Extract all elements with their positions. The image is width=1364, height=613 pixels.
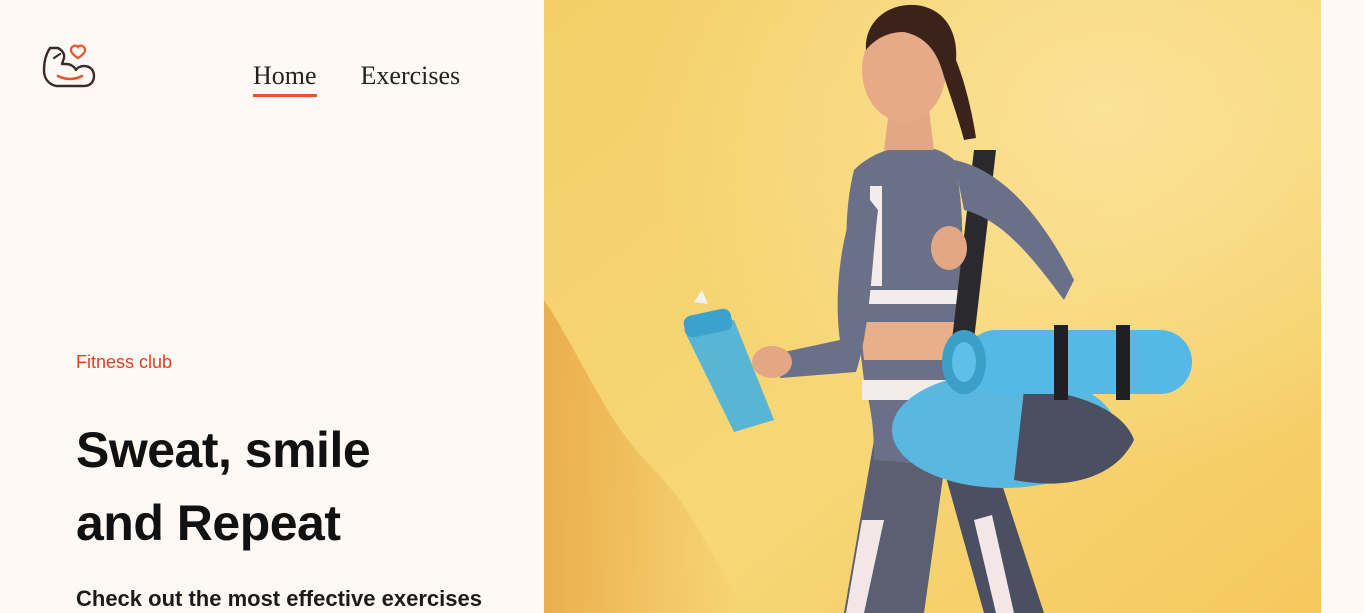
hero-eyebrow: Fitness club (76, 352, 173, 372)
logo[interactable] (40, 36, 98, 92)
main-nav: Home Exercises (253, 60, 460, 97)
flexed-arm-heart-icon (42, 44, 96, 88)
hero-title-line-2: and Repeat (76, 495, 341, 551)
hero-title: Sweat, smile and Repeat (76, 414, 371, 560)
nav-home-link[interactable]: Home (253, 60, 317, 97)
hero-title-line-1: Sweat, smile (76, 422, 371, 478)
woman-with-shaker-and-yoga-mat-illustration (544, 0, 1321, 613)
hero-banner-image (544, 0, 1321, 613)
hero-subtitle: Check out the most effective exercises (76, 586, 482, 611)
nav-exercises-link[interactable]: Exercises (361, 60, 461, 97)
